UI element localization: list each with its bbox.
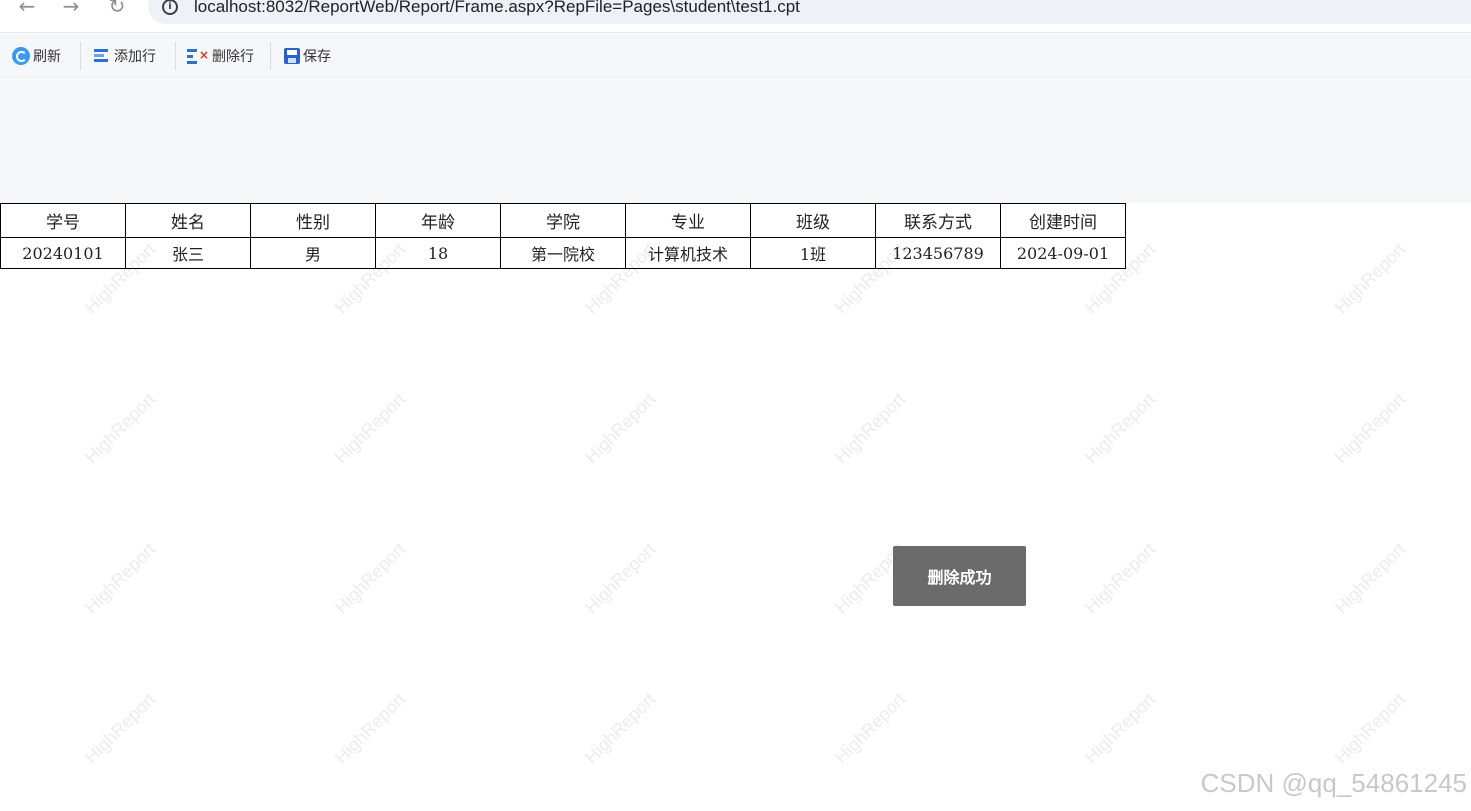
- site-info-icon[interactable]: i: [162, 0, 178, 15]
- header-cell-age: 年龄: [375, 203, 501, 238]
- watermark: HighReport: [830, 388, 910, 468]
- table-cell[interactable]: 18: [375, 237, 501, 269]
- table-row[interactable]: 20240101 张三 男 18 第一院校 计算机技术 1班 123456789…: [0, 237, 1126, 269]
- add-row-icon: [93, 47, 111, 65]
- back-arrow-icon[interactable]: ←: [14, 0, 40, 22]
- save-button[interactable]: 保存: [284, 44, 331, 68]
- csdn-watermark: CSDN @qq_54861245: [1200, 768, 1467, 798]
- table-cell[interactable]: 张三: [125, 237, 251, 269]
- watermark: HighReport: [1330, 538, 1410, 618]
- header-cell-student-id: 学号: [0, 203, 126, 238]
- save-label: 保存: [303, 49, 331, 65]
- watermark: HighReport: [80, 388, 160, 468]
- browser-bar: ← → ↻ i localhost:8032/ReportWeb/Report/…: [0, 0, 1471, 33]
- report-toolbar: 刷新 添加行 × 删除行 保存: [0, 34, 1471, 78]
- student-report-table: 学号 姓名 性别 年龄 学院 专业 班级 联系方式 创建时间 20240101 …: [0, 203, 1126, 269]
- watermark: HighReport: [1330, 688, 1410, 768]
- table-cell[interactable]: 男: [250, 237, 376, 269]
- watermark: HighReport: [80, 538, 160, 618]
- refresh-label: 刷新: [33, 49, 61, 65]
- delete-row-label: 删除行: [212, 49, 254, 65]
- watermark: HighReport: [1080, 538, 1160, 618]
- url-text[interactable]: localhost:8032/ReportWeb/Report/Frame.as…: [194, 0, 800, 17]
- add-row-label: 添加行: [114, 49, 156, 65]
- delete-row-icon: ×: [187, 47, 209, 65]
- watermark-layer: HighReport HighReport HighReport HighRep…: [0, 203, 1471, 811]
- refresh-icon: [12, 47, 30, 65]
- watermark: HighReport: [1330, 388, 1410, 468]
- reload-icon[interactable]: ↻: [104, 0, 130, 22]
- table-cell[interactable]: 计算机技术: [625, 237, 751, 269]
- watermark: HighReport: [1330, 238, 1410, 318]
- header-cell-class: 班级: [750, 203, 876, 238]
- address-bar[interactable]: i localhost:8032/ReportWeb/Report/Frame.…: [148, 0, 1471, 24]
- table-cell[interactable]: 1班: [750, 237, 876, 269]
- watermark: HighReport: [330, 388, 410, 468]
- header-cell-contact: 联系方式: [875, 203, 1001, 238]
- delete-mark: ×: [198, 48, 209, 62]
- table-cell[interactable]: 20240101: [0, 237, 126, 269]
- report-header-band: [0, 79, 1471, 203]
- toolbar-divider: [175, 42, 176, 70]
- watermark: HighReport: [580, 688, 660, 768]
- delete-success-toast: 删除成功: [893, 546, 1026, 606]
- header-cell-created-time: 创建时间: [1000, 203, 1126, 238]
- refresh-button[interactable]: 刷新: [12, 44, 61, 68]
- delete-row-button[interactable]: × 删除行: [187, 44, 254, 68]
- table-cell[interactable]: 第一院校: [500, 237, 626, 269]
- watermark: HighReport: [330, 538, 410, 618]
- table-header-row: 学号 姓名 性别 年龄 学院 专业 班级 联系方式 创建时间: [0, 203, 1126, 238]
- header-cell-name: 姓名: [125, 203, 251, 238]
- header-cell-gender: 性别: [250, 203, 376, 238]
- watermark: HighReport: [1080, 688, 1160, 768]
- toolbar-divider: [80, 42, 81, 70]
- watermark: HighReport: [1080, 388, 1160, 468]
- table-cell[interactable]: 2024-09-01: [1000, 237, 1126, 269]
- toolbar-divider: [270, 42, 271, 70]
- save-icon: [284, 48, 300, 64]
- watermark: HighReport: [580, 388, 660, 468]
- table-cell[interactable]: 123456789: [875, 237, 1001, 269]
- watermark: HighReport: [330, 688, 410, 768]
- header-cell-major: 专业: [625, 203, 751, 238]
- watermark: HighReport: [80, 688, 160, 768]
- watermark: HighReport: [580, 538, 660, 618]
- add-row-button[interactable]: 添加行: [93, 44, 156, 68]
- forward-arrow-icon[interactable]: →: [58, 0, 84, 22]
- watermark: HighReport: [830, 688, 910, 768]
- header-cell-college: 学院: [500, 203, 626, 238]
